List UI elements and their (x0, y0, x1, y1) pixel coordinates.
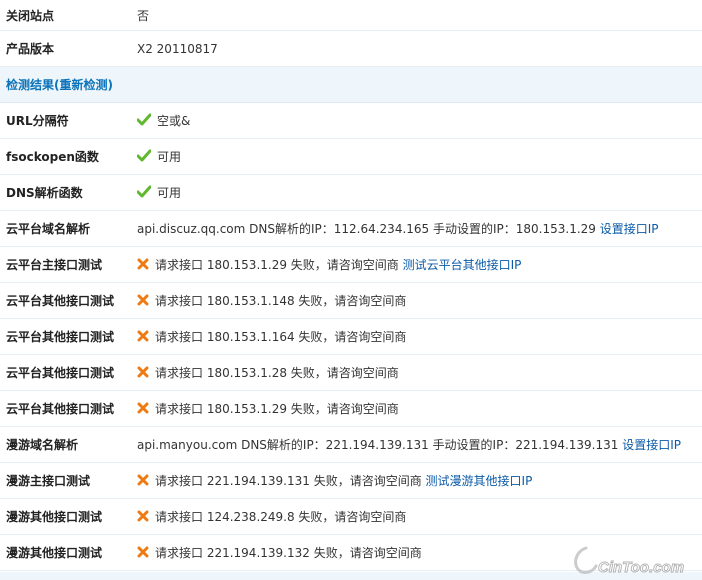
row-value: X2 20110817 (137, 30, 702, 67)
cross-icon (137, 510, 149, 522)
row-value: api.manyou.com DNS解析的IP：221.194.139.131 … (137, 438, 619, 452)
row-label: DNS解析函数 (0, 174, 137, 211)
table-row: 漫游主接口测试 请求接口 221.194.139.131 失败，请咨询空间商 测… (0, 462, 702, 499)
check-icon (137, 185, 151, 198)
table-row: URL分隔符 空或& (0, 102, 702, 139)
set-interface-ip-link[interactable]: 设置接口IP (622, 438, 681, 452)
row-value: 请求接口 221.194.139.132 失败，请咨询空间商 (155, 546, 422, 560)
row-label: 漫游其他接口测试 (0, 534, 137, 571)
cross-icon (137, 330, 149, 342)
table-row: 云平台其他接口测试 请求接口 180.153.1.29 失败，请咨询空间商 (0, 390, 702, 427)
row-value: 否 (137, 0, 702, 31)
test-cloud-other-ip-link[interactable]: 测试云平台其他接口IP (403, 258, 522, 272)
row-value: 请求接口 180.153.1.164 失败，请咨询空间商 (155, 330, 407, 344)
row-value: 请求接口 221.194.139.131 失败，请咨询空间商 (155, 474, 422, 488)
row-value: 请求接口 180.153.1.29 失败，请咨询空间商 (155, 258, 399, 272)
cross-icon (137, 474, 149, 486)
row-label: 关闭站点 (0, 0, 137, 31)
settings-table: 关闭站点 否 产品版本 X2 20110817 检测结果(重新检测) URL分隔… (0, 0, 702, 571)
row-value: 可用 (157, 150, 182, 164)
row-label: 产品版本 (0, 30, 137, 67)
watermark-logo: CinToo.com (574, 546, 685, 576)
table-row: 云平台主接口测试 请求接口 180.153.1.29 失败，请咨询空间商 测试云… (0, 246, 702, 283)
table-row: 云平台域名解析 api.discuz.qq.com DNS解析的IP：112.6… (0, 210, 702, 247)
table-row: 云平台其他接口测试 请求接口 180.153.1.28 失败，请咨询空间商 (0, 354, 702, 391)
row-label: 云平台其他接口测试 (0, 354, 137, 391)
row-value: 可用 (157, 186, 182, 200)
table-row: 漫游其他接口测试 请求接口 124.238.249.8 失败，请咨询空间商 (0, 498, 702, 535)
table-row: fsockopen函数 可用 (0, 138, 702, 175)
row-label: 云平台其他接口测试 (0, 282, 137, 319)
row-value: 请求接口 180.153.1.28 失败，请咨询空间商 (155, 366, 399, 380)
test-manyou-other-ip-link[interactable]: 测试漫游其他接口IP (426, 474, 533, 488)
table-row: DNS解析函数 可用 (0, 174, 702, 211)
table-row: 关闭站点 否 (0, 0, 702, 31)
row-value: 请求接口 180.153.1.29 失败，请咨询空间商 (155, 402, 399, 416)
row-label: URL分隔符 (0, 102, 137, 139)
row-value: 请求接口 180.153.1.148 失败，请咨询空间商 (155, 294, 407, 308)
row-label: 云平台主接口测试 (0, 246, 137, 283)
check-icon (137, 113, 151, 126)
cross-icon (137, 294, 149, 306)
table-row: 云平台其他接口测试 请求接口 180.153.1.164 失败，请咨询空间商 (0, 318, 702, 355)
cross-icon (137, 546, 149, 558)
row-value: api.discuz.qq.com DNS解析的IP：112.64.234.16… (137, 222, 596, 236)
row-label: 云平台其他接口测试 (0, 390, 137, 427)
row-value: 请求接口 124.238.249.8 失败，请咨询空间商 (155, 510, 407, 524)
cross-icon (137, 366, 149, 378)
row-label: 漫游主接口测试 (0, 462, 137, 499)
row-value: 空或& (157, 114, 191, 128)
watermark-text: CinToo.com (598, 559, 684, 576)
row-label: 漫游其他接口测试 (0, 498, 137, 535)
section-header: 检测结果(重新检测) (0, 66, 702, 103)
row-label: 云平台其他接口测试 (0, 318, 137, 355)
table-row: 漫游域名解析 api.manyou.com DNS解析的IP：221.194.1… (0, 426, 702, 463)
row-label: fsockopen函数 (0, 138, 137, 175)
section-title[interactable]: 检测结果(重新检测) (0, 66, 702, 103)
table-row: 云平台其他接口测试 请求接口 180.153.1.148 失败，请咨询空间商 (0, 282, 702, 319)
row-label: 漫游域名解析 (0, 426, 137, 463)
table-row: 产品版本 X2 20110817 (0, 30, 702, 67)
cross-icon (137, 258, 149, 270)
set-interface-ip-link[interactable]: 设置接口IP (600, 222, 659, 236)
check-icon (137, 149, 151, 162)
row-label: 云平台域名解析 (0, 210, 137, 247)
cross-icon (137, 402, 149, 414)
